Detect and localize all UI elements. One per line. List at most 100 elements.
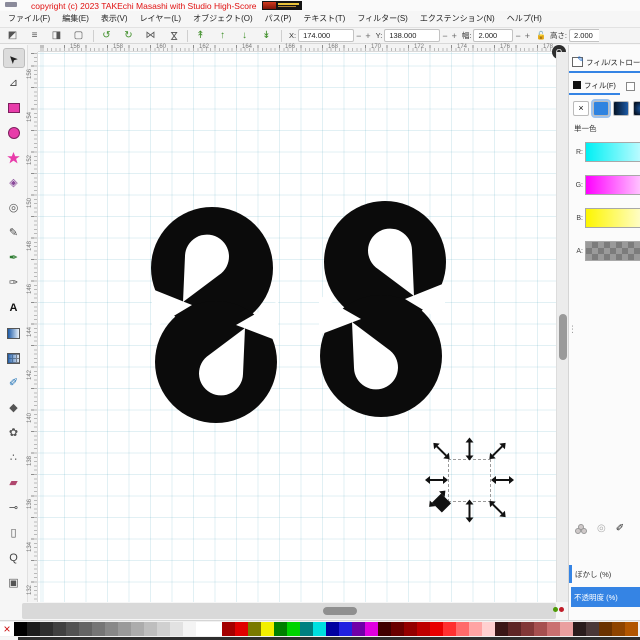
height-input[interactable]: 2.000 (569, 29, 599, 42)
palette-swatch-0[interactable] (14, 622, 27, 636)
palette-swatch-21[interactable] (287, 622, 300, 636)
infinity-eight-glyph-right[interactable] (317, 201, 447, 417)
infinity-eight-glyph-left[interactable] (150, 207, 280, 423)
palette-swatch-45[interactable] (599, 622, 612, 636)
palette-swatch-30[interactable] (404, 622, 417, 636)
palette-swatch-31[interactable] (417, 622, 430, 636)
palette-swatch-25[interactable] (339, 622, 352, 636)
tool-box-3d[interactable]: ◈ (3, 173, 25, 193)
palette-swatch-3[interactable] (53, 622, 66, 636)
palette-swatch-22[interactable] (300, 622, 313, 636)
palette-swatch-26[interactable] (352, 622, 365, 636)
slider-s-a[interactable] (585, 241, 640, 261)
x-input[interactable]: 174.000 (298, 29, 354, 42)
vertical-scrollbar[interactable] (556, 52, 568, 602)
palette-swatch-4[interactable] (66, 622, 79, 636)
scale-handle-e[interactable] (496, 479, 509, 481)
scale-handle-nw[interactable] (436, 446, 447, 457)
scale-handle-s[interactable] (469, 505, 471, 518)
selection-rect[interactable] (448, 459, 491, 502)
palette-swatch-15[interactable] (209, 622, 222, 636)
tool-rectangle[interactable] (3, 98, 25, 118)
opacity-control[interactable]: 不透明度 (%) (571, 587, 640, 607)
palette-swatch-20[interactable] (274, 622, 287, 636)
scale-handle-w[interactable] (430, 479, 443, 481)
palette-swatch-24[interactable] (326, 622, 339, 636)
raise-to-top-icon[interactable]: ↟ (192, 29, 209, 43)
wheel-icon[interactable]: ◎ (597, 523, 606, 534)
tool-calligraphy[interactable]: ✑ (3, 273, 25, 293)
radial-gradient-button[interactable] (633, 101, 640, 116)
menu-item-5[interactable]: パス(P) (259, 11, 298, 27)
palette-swatch-28[interactable] (378, 622, 391, 636)
menu-item-8[interactable]: エクステンション(N) (414, 11, 501, 27)
tool-zoom[interactable]: Q (3, 548, 25, 568)
raise-icon[interactable]: ↑ (214, 29, 231, 43)
menu-item-4[interactable]: オブジェクト(O) (187, 11, 259, 27)
palette-icon[interactable] (575, 524, 589, 533)
menu-item-3[interactable]: レイヤー(L) (134, 11, 188, 27)
palette-swatch-44[interactable] (586, 622, 599, 636)
palette-swatch-9[interactable] (131, 622, 144, 636)
palette-swatch-10[interactable] (144, 622, 157, 636)
selection-marquee[interactable] (448, 459, 491, 502)
palette-swatch-12[interactable] (170, 622, 183, 636)
eyedropper-icon[interactable]: ✐ (616, 523, 624, 534)
no-paint-button[interactable]: × (573, 101, 589, 116)
palette-swatch-39[interactable] (521, 622, 534, 636)
flat-color-button[interactable] (593, 101, 609, 116)
scale-handle-ne[interactable] (492, 446, 503, 457)
tool-spray[interactable]: ∴ (3, 448, 25, 468)
tool-page[interactable]: ▯ (3, 523, 25, 543)
palette-swatch-23[interactable] (313, 622, 326, 636)
palette-swatch-18[interactable] (248, 622, 261, 636)
palette-swatch-37[interactable] (495, 622, 508, 636)
vertical-ruler[interactable]: 156154152150148146144142140138136134132 (28, 52, 38, 602)
palette-swatch-32[interactable] (430, 622, 443, 636)
rotate-cw-icon[interactable]: ↻ (120, 29, 137, 43)
scale-handle-se[interactable] (492, 504, 503, 515)
palette-swatch-11[interactable] (157, 622, 170, 636)
flip-horizontal-icon[interactable]: ⋈ (142, 29, 159, 43)
rotate-ccw-icon[interactable]: ↺ (98, 29, 115, 43)
palette-swatch-7[interactable] (105, 622, 118, 636)
tool-node-editor[interactable]: ⊿ (3, 73, 25, 93)
tool-paint-bucket[interactable]: ◆ (3, 398, 25, 418)
menu-item-2[interactable]: 表示(V) (95, 11, 134, 27)
palette-swatch-41[interactable] (547, 622, 560, 636)
tool-connector[interactable]: ⊸ (3, 498, 25, 518)
tab-fill[interactable]: フィル(F) (569, 77, 620, 95)
panel-resize-handle[interactable]: ⋮ (568, 327, 571, 347)
scale-handle-n[interactable] (469, 443, 471, 456)
menu-item-9[interactable]: ヘルプ(H) (501, 11, 548, 27)
canvas[interactable] (38, 52, 556, 602)
menu-item-0[interactable]: ファイル(F) (2, 11, 56, 27)
slider-s-r[interactable] (585, 142, 640, 162)
palette-swatch-8[interactable] (118, 622, 131, 636)
tool-text[interactable]: A (3, 298, 25, 318)
snap-controls-icon[interactable] (551, 601, 565, 617)
select-all-icon[interactable]: ◩ (4, 29, 21, 43)
palette-swatch-38[interactable] (508, 622, 521, 636)
horizontal-scrollbar-thumb[interactable] (323, 607, 357, 615)
tool-tweak[interactable]: ✿ (3, 423, 25, 443)
palette-swatch-34[interactable] (456, 622, 469, 636)
palette-swatch-36[interactable] (482, 622, 495, 636)
tool-pencil[interactable]: ✎ (3, 223, 25, 243)
linear-gradient-button[interactable] (613, 101, 629, 116)
selection-frame-icon[interactable]: ▢ (70, 29, 87, 43)
y-stepper[interactable]: −+ (440, 31, 459, 41)
palette-swatch-1[interactable] (27, 622, 40, 636)
menu-item-7[interactable]: フィルター(S) (351, 11, 414, 27)
palette-swatch-17[interactable] (235, 622, 248, 636)
vertical-scrollbar-thumb[interactable] (559, 314, 567, 360)
deselect-icon[interactable]: ◨ (48, 29, 65, 43)
palette-swatch-42[interactable] (560, 622, 573, 636)
x-stepper[interactable]: −+ (354, 31, 373, 41)
menu-item-6[interactable]: テキスト(T) (297, 11, 351, 27)
horizontal-ruler[interactable]: 156158160162164166168170172174176178 (38, 44, 556, 52)
palette-swatch-33[interactable] (443, 622, 456, 636)
slider-s-g[interactable] (585, 175, 640, 195)
lower-to-bottom-icon[interactable]: ↡ (258, 29, 275, 43)
horizontal-scrollbar[interactable] (22, 603, 556, 619)
